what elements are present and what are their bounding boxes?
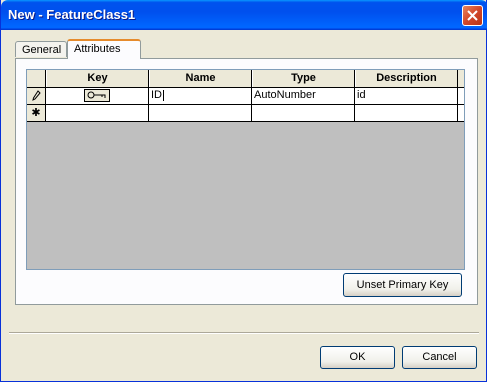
new-type-cell[interactable] [252, 105, 355, 121]
key-cell[interactable] [46, 88, 149, 104]
new-name-cell[interactable] [149, 105, 252, 121]
column-header-key[interactable]: Key [46, 70, 149, 87]
tab-attributes-label: Attributes [74, 43, 121, 55]
new-key-cell[interactable] [46, 105, 149, 121]
table-row[interactable]: ID AutoNumber id [27, 88, 464, 105]
attributes-grid: Key Name Type Description ID AutoNumber … [26, 69, 465, 270]
description-value: id [357, 89, 366, 101]
tab-general-label: General [22, 44, 62, 56]
column-header-type[interactable]: Type [252, 70, 355, 87]
type-cell[interactable]: AutoNumber [252, 88, 355, 104]
pencil-icon [31, 90, 41, 101]
ok-label: OK [349, 351, 366, 363]
asterisk-icon: ✱ [31, 106, 41, 119]
column-header-description[interactable]: Description [355, 70, 458, 87]
dialog-window: New - FeatureClass1 General Attributes K… [0, 0, 487, 382]
unset-primary-key-button[interactable]: Unset Primary Key [343, 273, 462, 297]
column-header-name[interactable]: Name [149, 70, 252, 87]
cancel-label: Cancel [422, 351, 457, 363]
new-row-selector[interactable]: ✱ [27, 105, 46, 121]
separator [9, 332, 479, 334]
description-cell[interactable]: id [355, 88, 458, 104]
new-row[interactable]: ✱ [27, 105, 464, 122]
type-value: AutoNumber [254, 89, 316, 101]
new-description-cell[interactable] [355, 105, 458, 121]
tab-general[interactable]: General [15, 41, 67, 57]
tab-attributes[interactable]: Attributes [67, 39, 141, 59]
unset-primary-key-label: Unset Primary Key [356, 279, 449, 291]
key-icon [84, 89, 110, 102]
title-bar[interactable]: New - FeatureClass1 [1, 0, 487, 30]
attributes-panel: Key Name Type Description ID AutoNumber … [15, 58, 478, 305]
header-corner [27, 70, 46, 87]
ok-button[interactable]: OK [320, 346, 395, 369]
row-selector[interactable] [27, 88, 46, 104]
cancel-button[interactable]: Cancel [402, 346, 477, 369]
name-value: ID [151, 89, 162, 101]
text-cursor [163, 89, 164, 101]
close-icon [467, 10, 478, 21]
name-cell[interactable]: ID [149, 88, 252, 104]
close-button[interactable] [462, 5, 483, 26]
grid-header: Key Name Type Description [27, 70, 464, 88]
window-title: New - FeatureClass1 [8, 7, 136, 22]
